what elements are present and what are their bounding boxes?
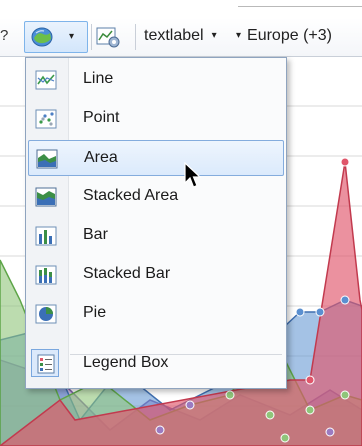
area-chart-icon (36, 149, 58, 169)
data-point (305, 375, 315, 385)
label-field-select[interactable]: textlabel ▾ (144, 27, 217, 45)
data-point (185, 400, 195, 410)
menu-item-label: Pie (83, 304, 107, 321)
data-point (340, 390, 350, 400)
menu-item-area[interactable]: Area (28, 140, 284, 176)
chevron-down-icon: ▾ (69, 31, 75, 42)
data-point (155, 425, 165, 435)
menu-item-label: Bar (83, 226, 108, 243)
data-point (340, 157, 350, 167)
pie-chart-icon (35, 304, 57, 324)
menu-item-point[interactable]: Point (28, 101, 284, 137)
menu-item-label: Line (83, 70, 114, 87)
data-point (305, 405, 315, 415)
menu-item-stacked-area[interactable]: Stacked Area (28, 179, 284, 215)
stacked-bar-chart-icon (35, 265, 57, 285)
menu-item-bar[interactable]: Bar (28, 218, 284, 254)
toolbar-partial-item: ? (0, 27, 9, 44)
data-point (265, 410, 275, 420)
menu-item-legend-box[interactable]: Legend Box (28, 346, 284, 382)
menu-item-label: Point (83, 109, 120, 126)
menu-item-stacked-bar[interactable]: Stacked Bar (28, 257, 284, 293)
chart-type-menu: Line Point Area Stacked Area Bar Stacked… (25, 57, 287, 389)
data-point (315, 307, 325, 317)
chart-globe-icon (31, 27, 53, 47)
region-filter-select[interactable]: ▾ Europe (+3) (236, 27, 332, 45)
point-chart-icon (35, 109, 57, 129)
data-point (280, 433, 290, 443)
data-point (340, 295, 350, 305)
menu-item-label: Legend Box (83, 354, 169, 371)
stacked-area-chart-icon (35, 187, 57, 207)
data-point (325, 427, 335, 437)
mouse-cursor-icon (184, 162, 202, 188)
toolbar-separator (135, 24, 136, 50)
chart-type-dropdown-button[interactable]: ▾ (24, 21, 88, 53)
toolbar-separator (91, 24, 92, 50)
chart-settings-icon[interactable] (95, 24, 121, 50)
menu-item-label: Stacked Area (83, 187, 179, 204)
menu-item-label: Area (84, 149, 118, 166)
bar-chart-icon (35, 226, 57, 246)
line-chart-icon (35, 70, 57, 90)
label-field-value: textlabel (144, 27, 204, 44)
toolbar-top-border (238, 6, 362, 7)
chart-toolbar: ? ▾ textlabel ▾ ▾ Europe (+3) (0, 6, 362, 57)
chevron-down-icon: ▾ (211, 30, 217, 41)
menu-item-label: Stacked Bar (83, 265, 171, 282)
menu-item-line[interactable]: Line (28, 62, 284, 98)
data-point (225, 390, 235, 400)
data-point (295, 307, 305, 317)
chevron-down-icon: ▾ (236, 30, 242, 41)
region-filter-value: Europe (+3) (247, 27, 332, 44)
legend-box-icon (37, 354, 55, 374)
menu-item-pie[interactable]: Pie (28, 296, 284, 332)
